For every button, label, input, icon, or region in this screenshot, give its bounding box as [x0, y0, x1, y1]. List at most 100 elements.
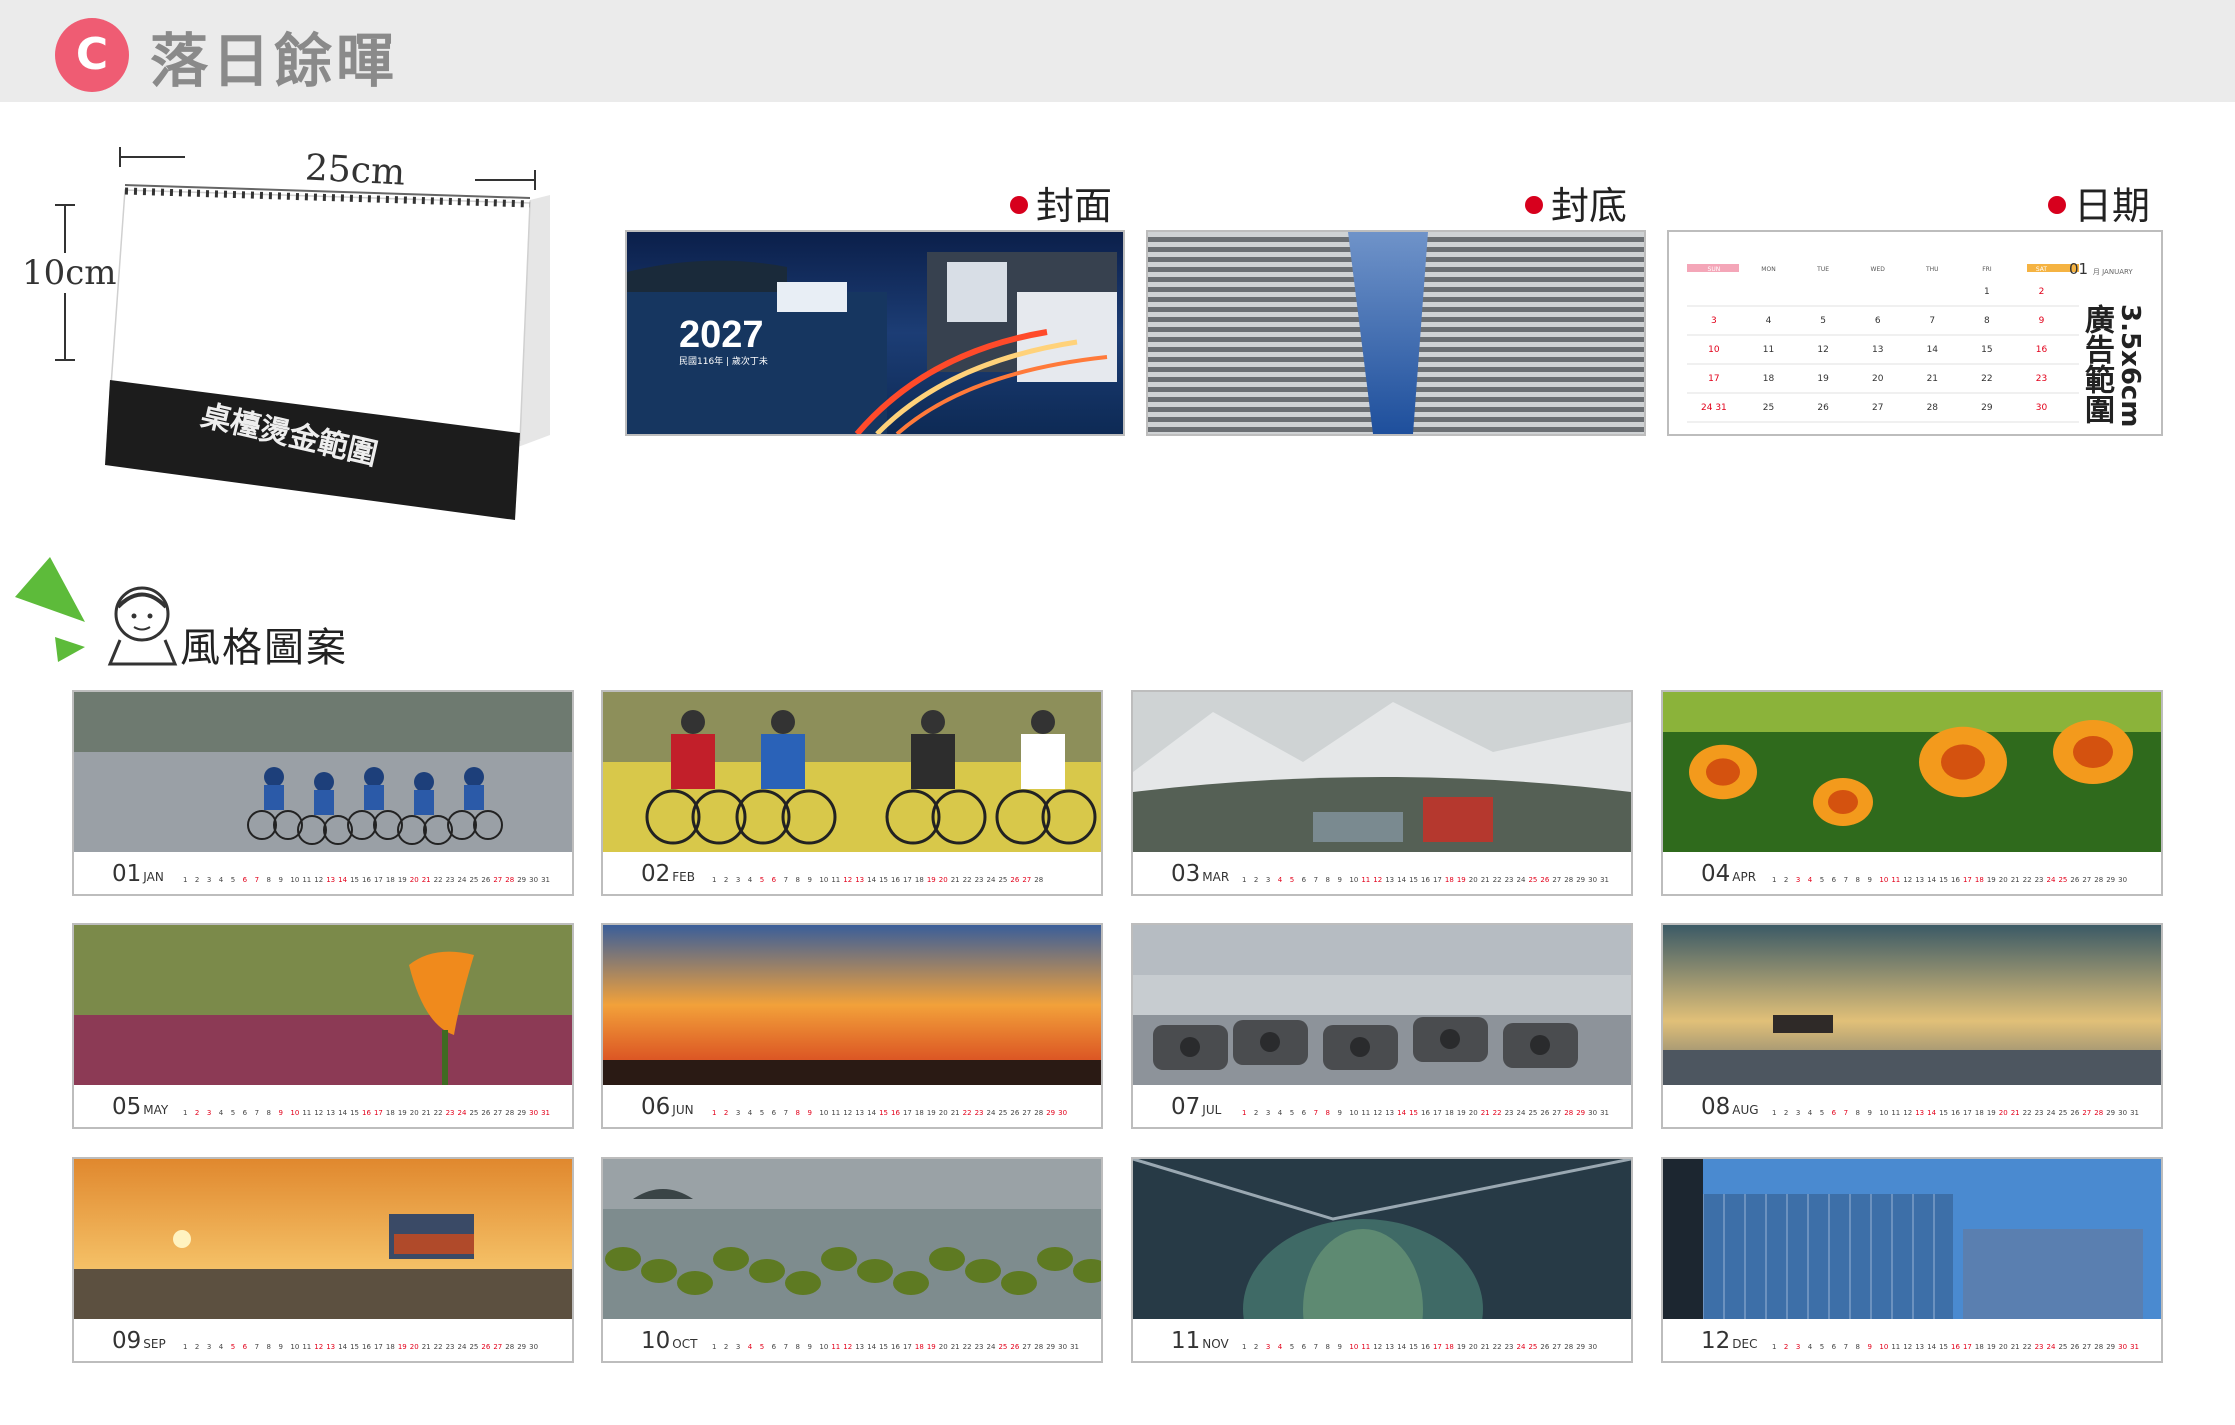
day-number: 17 — [1963, 1343, 1972, 1351]
month-photo — [1133, 925, 1631, 1085]
month-day-strip: 1 2 3 4 5 6 7 8 9 10 11 12 13 14 15 16 17 18 19 20 21 22 23 24 2… — [1242, 1109, 1609, 1117]
day-number: 29 — [1576, 1109, 1585, 1117]
day-number: 14 — [338, 1343, 347, 1351]
day-number: 19 — [927, 876, 936, 884]
day-number: 23 — [1505, 876, 1514, 884]
day-number: 10 — [1349, 1343, 1358, 1351]
day-number: 24 — [2047, 876, 2056, 884]
day-number: 13 — [1385, 1109, 1394, 1117]
day-number: 23 — [975, 876, 984, 884]
day-number: 11 — [1891, 1109, 1900, 1117]
day-number: 18 — [386, 1109, 395, 1117]
day-number: 20 — [1999, 1343, 2008, 1351]
day-number: 11 — [1361, 1109, 1370, 1117]
day-number: 1 — [183, 876, 187, 884]
day-number: 28 — [1564, 876, 1573, 884]
day-number: 3 — [207, 1109, 211, 1117]
day-number: 12 — [843, 1109, 852, 1117]
date-page-preview: SUN MON TUE WED THU FRI SAT 1 2 3 4 5 6 7 8 9 10 11 12 13 14… — [1667, 230, 2163, 436]
day-number: 18 — [1445, 876, 1454, 884]
day-number: 7 — [1844, 1343, 1848, 1351]
day-number: 25 — [2058, 876, 2067, 884]
date-label: 日期 — [2048, 175, 2150, 230]
day-number: 16 — [362, 1343, 371, 1351]
day-number: 9 — [278, 876, 282, 884]
day-number: 22 — [1493, 1109, 1502, 1117]
date-cell: 3 — [1711, 316, 1717, 326]
day-number: 8 — [267, 876, 271, 884]
weekday-label: MON — [1761, 266, 1775, 273]
day-number: 9 — [278, 1343, 282, 1351]
day-number: 15 — [879, 1343, 888, 1351]
day-number: 17 — [374, 1343, 383, 1351]
day-number: 28 — [1034, 1343, 1043, 1351]
day-number: 2 — [724, 876, 728, 884]
day-number: 20 — [1469, 1343, 1478, 1351]
month-day-strip: 1 2 3 4 5 6 7 8 9 10 11 12 13 14 15 16 17 18 19 20 21 22 23 24 2… — [183, 1343, 538, 1351]
day-number: 21 — [951, 1109, 960, 1117]
day-number: 24 — [458, 1343, 467, 1351]
day-number: 1 — [712, 1109, 716, 1117]
day-number: 5 — [760, 876, 764, 884]
day-number: 5 — [1290, 1109, 1294, 1117]
month-card: 04 APR 1 2 3 4 5 6 7 8 9 10 11 12 13 14 15 16 17 18 19 20 21 22… — [1661, 690, 2163, 896]
day-number: 29 — [2106, 1343, 2115, 1351]
month-card: 10 OCT 1 2 3 4 5 6 7 8 9 10 11 12 13 14 15 16 17 18 19 20 21 22… — [601, 1157, 1103, 1363]
day-number: 27 — [493, 1109, 502, 1117]
date-cell: 9 — [2039, 316, 2045, 326]
back-cover-image — [1146, 230, 1646, 436]
day-number: 30 — [529, 1109, 538, 1117]
day-number: 26 — [481, 1343, 490, 1351]
day-number: 30 — [1058, 1343, 1067, 1351]
day-number: 4 — [748, 1343, 753, 1351]
month-day-strip: 1 2 3 4 5 6 7 8 9 10 11 12 13 14 15 16 17 18 19 20 21 22 23 24 2… — [1242, 1343, 1597, 1351]
day-number: 23 — [446, 1343, 455, 1351]
day-number: 18 — [1975, 876, 1984, 884]
month-photo — [74, 692, 572, 852]
day-number: 31 — [1600, 1109, 1609, 1117]
month-card: 03 MAR 1 2 3 4 5 6 7 8 9 10 11 12 13 14 15 16 17 18 19 20 21 22… — [1131, 690, 1633, 896]
day-number: 5 — [760, 1109, 764, 1117]
day-number: 19 — [1987, 876, 1996, 884]
month-card: 12 DEC 1 2 3 4 5 6 7 8 9 10 11 12 13 14 15 16 17 18 19 20 21 22… — [1661, 1157, 2163, 1363]
day-number: 7 — [1314, 876, 1318, 884]
date-cell: 22 — [1981, 374, 1992, 384]
day-number: 17 — [1963, 1109, 1972, 1117]
day-number: 17 — [374, 876, 383, 884]
day-number: 6 — [243, 1343, 248, 1351]
month-photo — [1663, 925, 2161, 1085]
month-day-strip: 1 2 3 4 5 6 7 8 9 10 11 12 13 14 15 16 17 18 19 20 21 22 23 24 2… — [712, 1343, 1079, 1351]
day-number: 8 — [1326, 1343, 1330, 1351]
day-number: 14 — [1397, 1343, 1406, 1351]
day-number: 25 — [469, 1343, 478, 1351]
day-number: 19 — [1987, 1109, 1996, 1117]
day-number: 3 — [736, 1109, 740, 1117]
day-number: 11 — [831, 1343, 840, 1351]
day-number: 27 — [1552, 1109, 1561, 1117]
day-number: 4 — [1278, 1343, 1283, 1351]
day-number: 1 — [1772, 1109, 1776, 1117]
day-number: 12 — [1373, 1343, 1382, 1351]
day-number: 7 — [784, 1343, 788, 1351]
day-number: 24 — [987, 876, 996, 884]
day-number: 16 — [891, 1109, 900, 1117]
day-number: 9 — [807, 1109, 811, 1117]
weekday-label: SUN — [1708, 266, 1721, 273]
day-number: 28 — [505, 1343, 514, 1351]
day-number: 3 — [1266, 876, 1270, 884]
day-number: 23 — [975, 1343, 984, 1351]
day-number: 8 — [796, 876, 800, 884]
day-number: 23 — [446, 1109, 455, 1117]
ad-area-text: 廣告範圍 — [2079, 304, 2114, 424]
day-number: 31 — [2130, 1343, 2139, 1351]
day-number: 1 — [183, 1343, 187, 1351]
day-number: 13 — [855, 1109, 864, 1117]
day-number: 5 — [760, 1343, 764, 1351]
day-number: 21 — [2011, 1109, 2020, 1117]
day-number: 19 — [398, 876, 407, 884]
day-number: 30 — [1588, 1109, 1597, 1117]
day-number: 18 — [915, 876, 924, 884]
day-number: 27 — [1552, 1343, 1561, 1351]
day-number: 1 — [1772, 1343, 1776, 1351]
day-number: 7 — [1314, 1109, 1318, 1117]
